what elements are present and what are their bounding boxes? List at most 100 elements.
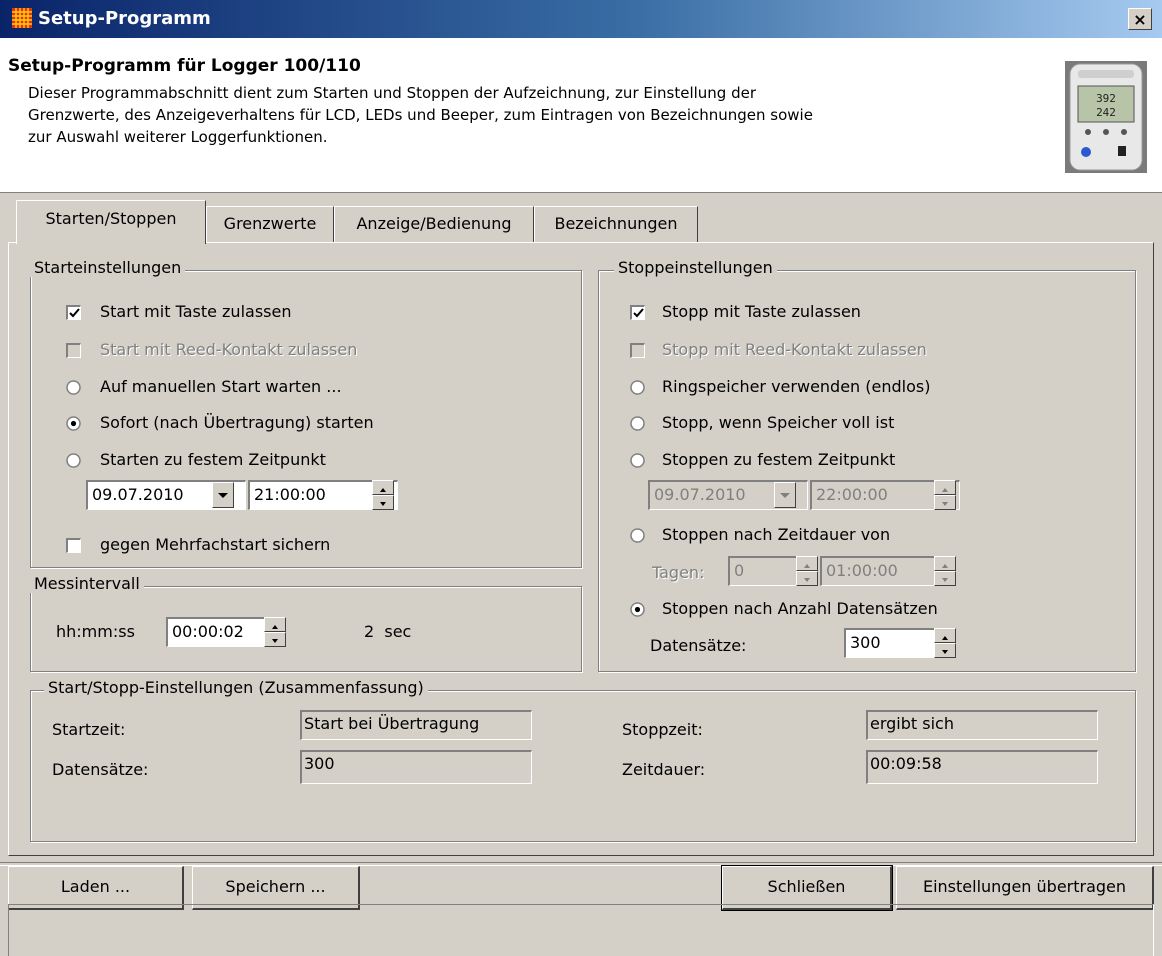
stop-reed-label: Stopp mit Reed-Kontakt zulassen [662,340,927,359]
stop-time-spinner[interactable] [934,480,956,510]
stop-records-field[interactable]: 300 [844,628,944,658]
summary-records-text: 300 [304,754,335,773]
spin-up-button[interactable] [264,617,286,632]
checkbox-box[interactable] [630,305,645,320]
spin-down-icon [272,639,278,643]
start-reed-label: Start mit Reed-Kontakt zulassen [100,340,358,359]
status-bar [8,904,1154,956]
header-description: Dieser Programmabschnitt dient zum Start… [28,82,1028,148]
checkbox-box[interactable] [630,343,645,358]
radio-selected-icon[interactable] [630,602,645,617]
tab-bezeichnungen[interactable]: Bezeichnungen [534,206,698,242]
radio-icon[interactable] [630,380,645,395]
summary-duration-value: 00:09:58 [866,750,1098,784]
stop-time-value: 22:00:00 [816,485,888,504]
stop-duration-time-field[interactable]: 01:00:00 [820,556,950,586]
summary-start-text: Start bei Übertragung [304,714,480,733]
spin-up-button[interactable] [934,556,956,571]
summary-stop-value: ergibt sich [866,710,1098,740]
check-icon [633,308,644,318]
start-key-label: Start mit Taste zulassen [100,302,292,321]
interval-unit-label: hh:mm:ss [56,622,135,641]
stop-ring-label: Ringspeicher verwenden (endlos) [662,377,931,396]
summary-legend: Start/Stopp-Einstellungen (Zusammenfassu… [44,678,428,697]
spin-down-icon [380,502,386,506]
radio-selected-icon[interactable] [66,416,81,431]
interval-value: 00:00:02 [172,622,244,641]
stop-full-label: Stopp, wenn Speicher voll ist [662,413,895,432]
stop-records-spinner[interactable] [934,628,956,658]
radio-icon[interactable] [66,453,81,468]
dropdown-arrow-icon [780,493,790,498]
spin-down-button[interactable] [264,632,286,647]
spin-down-button[interactable] [934,643,956,658]
interval-spinner[interactable] [264,617,286,647]
stop-settings-legend: Stoppeinstellungen [614,258,777,277]
start-fixed-label: Starten zu festem Zeitpunkt [100,450,326,469]
stop-date-picker[interactable]: 09.07.2010 [648,480,808,510]
start-immediate-label: Sofort (nach Übertragung) starten [100,413,374,432]
start-multi-label: gegen Mehrfachstart sichern [100,535,331,554]
title-bar[interactable]: Setup-Programm × [0,0,1162,38]
summary-duration-text: 00:09:58 [870,754,942,773]
tab-label: Starten/Stoppen [45,209,177,228]
tab-anzeige-bedienung[interactable]: Anzeige/Bedienung [334,206,534,242]
spin-up-button[interactable] [934,628,956,643]
spin-down-button[interactable] [372,495,394,510]
tab-label: Grenzwerte [223,214,317,233]
spin-up-button[interactable] [372,480,394,495]
close-icon: × [1133,10,1147,29]
header-desc-line: zur Auswahl weiterer Loggerfunktionen. [28,128,328,146]
spin-down-button[interactable] [934,571,956,586]
checkbox-box[interactable] [66,538,81,553]
spin-down-icon [942,578,948,582]
header-title: Setup-Programm für Logger 100/110 [8,56,361,76]
start-time-spinner[interactable] [372,480,394,510]
dropdown-arrow-icon [218,493,228,498]
header-desc-line: Dieser Programmabschnitt dient zum Start… [28,84,757,102]
stop-records-value: 300 [850,633,881,652]
spin-up-button[interactable] [934,480,956,495]
start-date-picker[interactable]: 09.07.2010 [86,480,246,510]
logger-device-image: 392 242 [1065,61,1147,173]
summary-stop-label: Stoppzeit: [622,720,703,739]
start-manual-label: Auf manuellen Start warten ... [100,377,342,396]
summary-start-value: Start bei Übertragung [300,710,532,740]
interval-readout: 2 sec [364,622,412,641]
start-time-value: 21:00:00 [254,485,326,504]
date-dropdown-button[interactable] [212,482,234,508]
radio-icon[interactable] [630,416,645,431]
summary-stop-text: ergibt sich [870,714,954,733]
radio-icon[interactable] [630,453,645,468]
close-button[interactable]: × [1128,8,1152,30]
spin-down-button[interactable] [934,495,956,510]
checkbox-box[interactable] [66,343,81,358]
spin-down-icon [804,578,810,582]
stop-days-value: 0 [734,561,745,580]
checkbox-box[interactable] [66,305,81,320]
check-icon [69,308,80,318]
spin-up-button[interactable] [796,556,818,571]
stop-records-label: Datensätze: [650,636,747,655]
svg-text:242: 242 [1096,106,1116,119]
svg-text:392: 392 [1096,92,1116,105]
tab-grenzwerte[interactable]: Grenzwerte [206,206,334,242]
tab-label: Bezeichnungen [554,214,678,233]
date-dropdown-button[interactable] [774,482,796,508]
interval-legend: Messintervall [30,574,144,593]
stop-count-label: Stoppen nach Anzahl Datensätzen [662,599,938,618]
stop-fixed-label: Stoppen zu festem Zeitpunkt [662,450,896,469]
radio-icon[interactable] [630,528,645,543]
start-settings-legend: Starteinstellungen [30,258,186,277]
radio-icon[interactable] [66,380,81,395]
stop-duration-time-spinner[interactable] [934,556,956,586]
stop-days-label: Tagen: [652,563,705,582]
stop-days-spinner[interactable] [796,556,818,586]
tab-starten-stoppen[interactable]: Starten/Stoppen [16,200,206,244]
spin-down-icon [942,502,948,506]
tab-label: Anzeige/Bedienung [356,214,512,233]
spin-down-button[interactable] [796,571,818,586]
window-title: Setup-Programm [38,8,211,29]
header-desc-line: Grenzwerte, des Anzeigeverhaltens für LC… [28,106,813,124]
stop-key-label: Stopp mit Taste zulassen [662,302,861,321]
